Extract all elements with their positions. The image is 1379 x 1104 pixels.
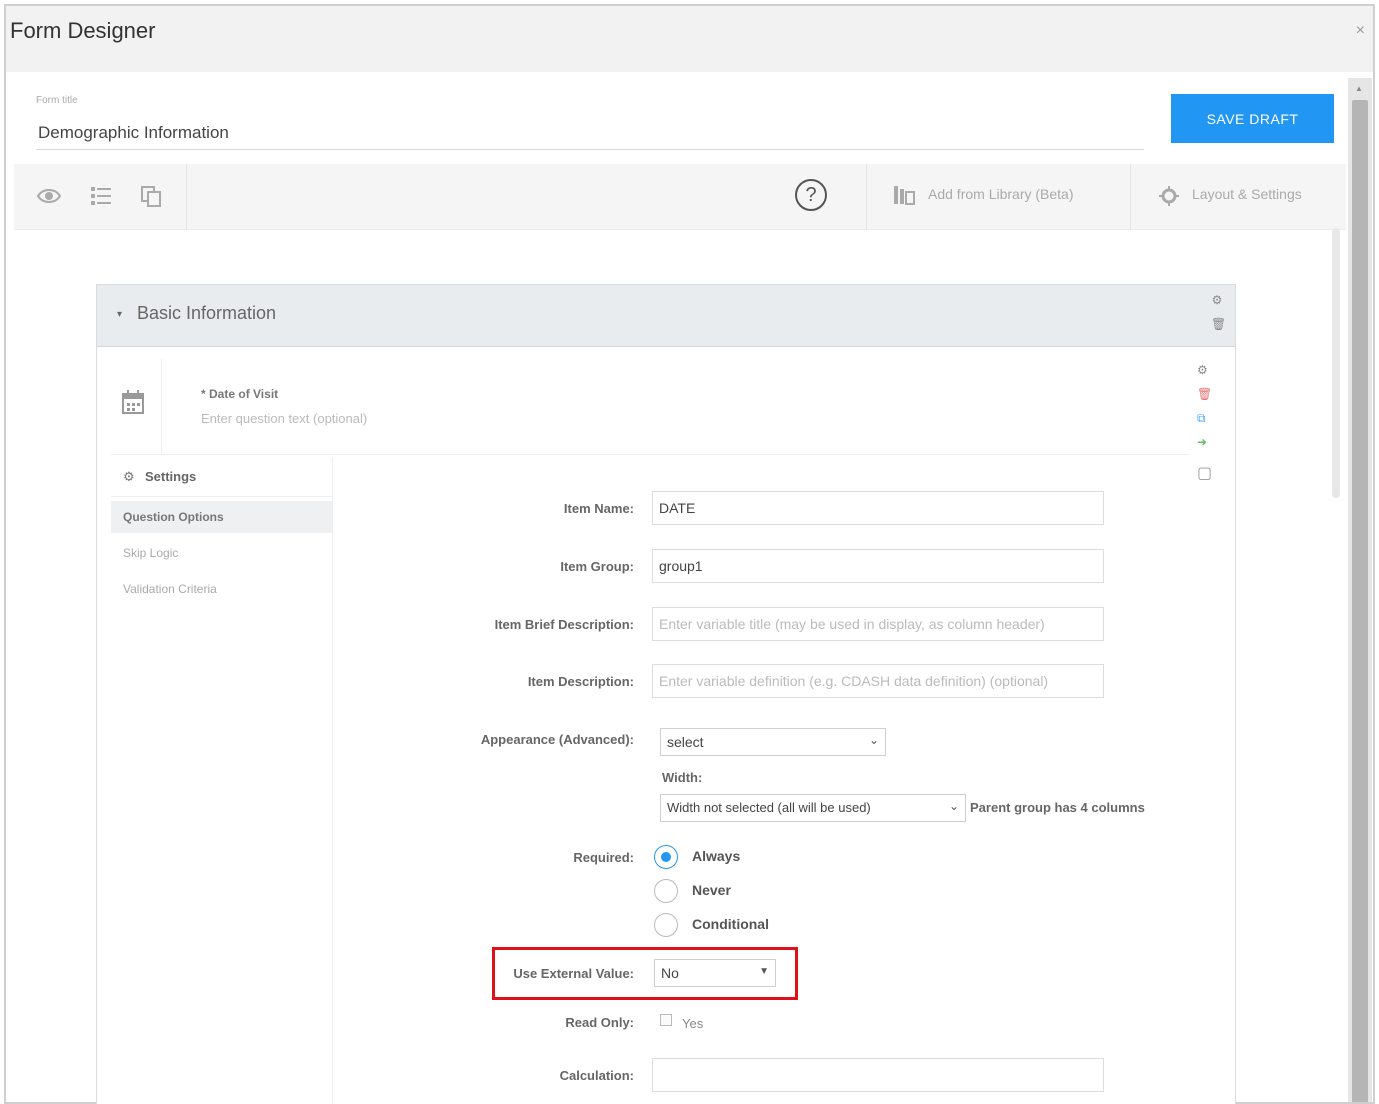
question-delete-icon[interactable]: 🗑 <box>1197 387 1212 401</box>
window-scrollbar[interactable]: ▲ <box>1348 78 1372 1102</box>
question-divider <box>161 359 162 455</box>
calculation-input[interactable] <box>652 1058 1104 1092</box>
required-always-label: Always <box>692 848 741 864</box>
tab-skip-logic[interactable]: Skip Logic <box>111 537 332 569</box>
gear-icon[interactable] <box>1158 185 1180 207</box>
item-name-label: Item Name: <box>563 501 634 516</box>
width-value: Width not selected (all will be used) <box>667 800 871 815</box>
caret-down-icon: ▼ <box>759 966 769 977</box>
item-description-label: Item Description: <box>527 674 634 689</box>
form-title-input[interactable] <box>36 116 1144 150</box>
required-conditional-label: Conditional <box>692 916 769 932</box>
width-note: Parent group has 4 columns <box>970 800 1145 815</box>
item-group-input[interactable] <box>652 549 1104 583</box>
toolbar-divider <box>866 164 867 230</box>
read-only-label: Read Only: <box>565 1015 634 1030</box>
close-icon[interactable]: × <box>1356 22 1365 40</box>
appearance-select[interactable]: select ⌄ <box>660 728 886 756</box>
required-never-label: Never <box>692 882 731 898</box>
window-title: Form Designer <box>10 18 156 43</box>
scrollbar-thumb[interactable] <box>1352 100 1368 1102</box>
question-expand-icon[interactable]: ▢ <box>1197 463 1212 483</box>
section-title: Basic Information <box>137 303 277 323</box>
chevron-down-icon: ⌄ <box>868 733 879 747</box>
width-select[interactable]: Width not selected (all will be used) ⌄ <box>660 794 966 822</box>
required-never-radio[interactable] <box>654 879 678 903</box>
item-name-input[interactable] <box>652 491 1104 525</box>
canvas-scrollbar[interactable] <box>1332 228 1340 498</box>
required-conditional-radio[interactable] <box>654 913 678 937</box>
layout-settings-link[interactable]: Layout & Settings <box>1192 186 1302 202</box>
form-title-label: Form title <box>36 95 78 106</box>
settings-sidebar: ⚙ Settings Question Options Skip Logic V… <box>111 457 333 1104</box>
scroll-up-icon[interactable]: ▲ <box>1355 84 1363 93</box>
form-title-area: Form title <box>14 72 1346 164</box>
tab-question-options[interactable]: Question Options <box>111 501 332 533</box>
required-always-radio[interactable] <box>654 845 678 869</box>
question-copy-icon[interactable]: ⧉ <box>1197 411 1206 426</box>
list-icon[interactable] <box>88 183 114 209</box>
toolbar-divider <box>1130 164 1131 230</box>
save-draft-button[interactable]: SAVE DRAFT <box>1171 94 1334 143</box>
read-only-yes-label: Yes <box>682 1016 704 1031</box>
question-name: * Date of Visit <box>201 387 279 401</box>
chevron-down-icon: ⌄ <box>948 799 959 813</box>
settings-gear-icon: ⚙ <box>123 469 135 484</box>
item-brief-description-label: Item Brief Description: <box>494 617 634 632</box>
title-bar: Form Designer × <box>6 6 1373 72</box>
section-header[interactable]: ▾ Basic Information ⚙ 🗑 <box>97 285 1235 347</box>
section-settings-icon[interactable]: ⚙ <box>1211 293 1223 307</box>
toolbar: ? Add from Library (Beta) Layout & Setti… <box>14 164 1346 230</box>
question-actions: ⚙ 🗑 ⧉ ➜ ▢ <box>1191 359 1217 499</box>
help-icon[interactable]: ? <box>795 179 827 211</box>
library-icon[interactable] <box>892 184 916 206</box>
use-external-value-label: Use External Value: <box>513 966 634 981</box>
appearance-label: Appearance (Advanced): <box>480 732 634 747</box>
read-only-checkbox[interactable] <box>660 1014 672 1026</box>
question-date-of-visit[interactable]: * Date of Visit Enter question text (opt… <box>111 359 1189 455</box>
collapse-caret-icon[interactable]: ▾ <box>117 309 122 320</box>
calculation-label: Calculation: <box>559 1068 634 1083</box>
required-label: Required: <box>573 850 634 865</box>
width-label: Width: <box>662 770 703 785</box>
question-text-placeholder[interactable]: Enter question text (optional) <box>201 411 367 426</box>
item-brief-description-input[interactable] <box>652 607 1104 641</box>
appearance-value: select <box>667 734 704 750</box>
toolbar-divider <box>186 164 187 230</box>
eye-icon[interactable] <box>36 183 62 209</box>
question-settings-icon[interactable]: ⚙ <box>1197 363 1208 377</box>
calendar-icon <box>122 390 144 414</box>
item-description-input[interactable] <box>652 664 1104 698</box>
use-external-value-select[interactable]: No ▼ <box>654 959 776 987</box>
use-external-value-value: No <box>661 965 679 981</box>
settings-header: ⚙ Settings <box>111 457 332 497</box>
item-group-label: Item Group: <box>560 559 634 574</box>
section-delete-icon[interactable]: 🗑 <box>1211 317 1226 331</box>
settings-title: Settings <box>145 469 197 484</box>
tab-validation-criteria[interactable]: Validation Criteria <box>111 573 332 605</box>
question-move-icon[interactable]: ➜ <box>1197 435 1207 449</box>
copy-icon[interactable] <box>138 183 164 209</box>
add-from-library-link[interactable]: Add from Library (Beta) <box>928 186 1074 202</box>
